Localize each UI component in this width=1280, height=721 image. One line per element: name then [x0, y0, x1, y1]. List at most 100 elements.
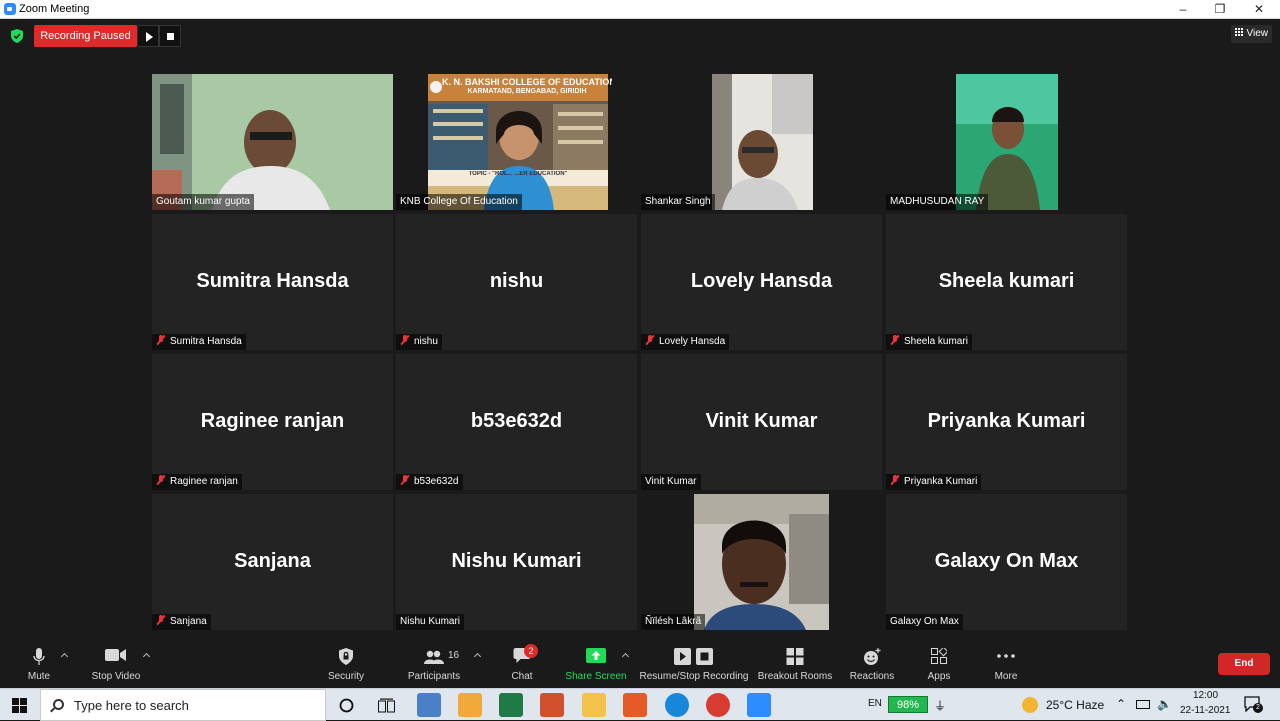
more-button[interactable]: More	[988, 630, 1024, 688]
stop-recording-button[interactable]	[159, 25, 181, 47]
participant-tile[interactable]: Sumitra Hansda Sumitra Hansda	[152, 214, 393, 350]
participant-tile[interactable]: Ñïlésh Lâkrã	[641, 494, 882, 630]
participant-display-name: Priyanka Kumari	[927, 410, 1086, 432]
participant-tile[interactable]: b53e632d b53e632d	[396, 354, 637, 490]
share-options-caret-icon[interactable]	[622, 652, 630, 660]
reactions-button[interactable]: Reactions	[848, 630, 896, 688]
apps-label: Apps	[927, 671, 951, 682]
participant-tile[interactable]: Nishu Kumari Nishu Kumari	[396, 494, 637, 630]
participant-tile[interactable]: MADHUSUDAN RAY	[886, 74, 1127, 210]
participant-tile-active-speaker[interactable]: K. N. BAKSHI COLLEGE OF EDUCATION KARMAT…	[396, 74, 637, 210]
participant-name-label: Priyanka Kumari	[886, 474, 982, 490]
participant-name: Goutam kumar gupta	[152, 194, 254, 210]
end-meeting-button[interactable]: End	[1218, 653, 1270, 675]
participants-button[interactable]: 16 Participants	[404, 630, 464, 688]
participants-label: Participants	[407, 671, 461, 682]
minimize-button[interactable]: –	[1164, 0, 1202, 19]
taskbar-search-input[interactable]: Type here to search	[40, 689, 326, 721]
apps-icon	[931, 648, 947, 664]
participant-name: Shankar Singh	[641, 194, 715, 210]
participant-tile[interactable]: Galaxy On Max Galaxy On Max	[886, 494, 1127, 630]
close-button[interactable]: ✕	[1240, 0, 1278, 19]
windows-taskbar: Type here to search 25°C Haze ⌃ 🔈 EN 98%…	[0, 688, 1280, 721]
start-button[interactable]	[0, 689, 40, 721]
security-button[interactable]: Security	[323, 630, 369, 688]
excel-app-icon[interactable]	[499, 693, 523, 717]
resume-recording-button[interactable]	[137, 25, 159, 47]
participant-tile[interactable]: Priyanka Kumari Priyanka Kumari	[886, 354, 1127, 490]
audio-options-caret-icon[interactable]	[61, 652, 69, 660]
participant-name: nishu	[414, 336, 438, 347]
speaker-volume-icon[interactable]: 🔈	[1157, 697, 1172, 711]
search-icon	[53, 699, 64, 710]
share-screen-button[interactable]: Share Screen	[563, 630, 629, 688]
action-center-button[interactable]: 2	[1244, 696, 1263, 713]
maximize-button[interactable]: ❐	[1201, 0, 1239, 19]
stop-video-button[interactable]: Stop Video	[88, 630, 144, 688]
more-dots-icon	[997, 654, 1015, 658]
recording-status-badge: Recording Paused	[34, 25, 137, 47]
clock-date[interactable]: 22-11-2021	[1180, 705, 1230, 716]
battery-percent-badge[interactable]: 98%	[888, 696, 928, 713]
weather-text[interactable]: 25°C Haze	[1046, 698, 1104, 712]
show-hidden-icons-caret-icon[interactable]: ⌃	[1116, 697, 1126, 711]
participants-count: 16	[448, 650, 460, 661]
weather-haze-icon	[1022, 697, 1038, 713]
participant-name-label: Sheela kumari	[886, 334, 972, 350]
participant-tile[interactable]: Goutam kumar gupta	[152, 74, 393, 210]
meeting-area: Recording Paused View Goutam kumar gupta	[0, 19, 1280, 630]
participant-video	[712, 74, 813, 210]
mic-muted-icon	[156, 475, 166, 485]
participant-name: Nishu Kumari	[396, 614, 465, 630]
clock-time[interactable]: 12:00	[1193, 690, 1218, 701]
powerpoint-app-icon[interactable]	[540, 693, 564, 717]
zoom-taskbar-icon[interactable]	[747, 693, 771, 717]
participant-name: b53e632d	[414, 476, 459, 487]
participant-tile[interactable]: Shankar Singh	[641, 74, 882, 210]
participant-tile[interactable]: Lovely Hansda Lovely Hansda	[641, 214, 882, 350]
participant-name: KNB College Of Education	[396, 194, 522, 210]
participant-name: Galaxy On Max	[886, 614, 963, 630]
breakout-rooms-button[interactable]: Breakout Rooms	[756, 630, 834, 688]
participant-tile[interactable]: nishu nishu	[396, 214, 637, 350]
participant-display-name: nishu	[489, 270, 544, 292]
slide-subheader-text: KARMATAND, BENGABAD, GIRIDIH	[467, 88, 587, 95]
participant-name: Vinit Kumar	[641, 474, 701, 490]
chat-button[interactable]: 2 Chat	[506, 630, 538, 688]
encryption-shield-icon[interactable]	[11, 29, 23, 43]
participant-name: Ñïlésh Lâkrã	[641, 614, 706, 630]
mute-button[interactable]: Mute	[18, 630, 60, 688]
file-explorer-icon[interactable]	[582, 693, 606, 717]
participant-tile[interactable]: Sheela kumari Sheela kumari	[886, 214, 1127, 350]
participant-name-label: nishu	[396, 334, 442, 350]
chrome-browser-icon[interactable]	[706, 693, 730, 717]
participant-display-name: Sumitra Hansda	[196, 270, 349, 292]
store-app-icon[interactable]	[458, 693, 482, 717]
participant-tile[interactable]: Sanjana Sanjana	[152, 494, 393, 630]
participant-display-name: b53e632d	[470, 410, 563, 432]
participants-icon	[424, 650, 444, 664]
taskbar-app-icon[interactable]	[417, 693, 441, 717]
participant-name: Sumitra Hansda	[170, 336, 242, 347]
slide-header-text: K. N. BAKSHI COLLEGE OF EDUCATION	[442, 77, 612, 87]
participant-tile[interactable]: Vinit Kumar Vinit Kumar	[641, 354, 882, 490]
window-titlebar: Zoom Meeting – ❐ ✕	[0, 0, 1280, 19]
participant-name-label: Sumitra Hansda	[152, 334, 246, 350]
task-view-icon[interactable]	[378, 698, 395, 713]
view-button[interactable]: View	[1230, 25, 1272, 43]
apps-button[interactable]: Apps	[920, 630, 958, 688]
office-app-icon[interactable]	[623, 693, 647, 717]
resume-stop-recording-button[interactable]: Resume/Stop Recording	[637, 630, 751, 688]
zoom-app-icon	[4, 3, 16, 15]
mic-muted-icon	[890, 335, 900, 345]
participant-tile[interactable]: Raginee ranjan Raginee ranjan	[152, 354, 393, 490]
video-options-caret-icon[interactable]	[143, 652, 151, 660]
participants-options-caret-icon[interactable]	[474, 652, 482, 660]
edge-browser-icon[interactable]	[665, 693, 689, 717]
participant-display-name: Sanjana	[234, 550, 311, 572]
chat-unread-badge: 2	[524, 644, 538, 658]
input-language[interactable]: EN	[868, 698, 882, 709]
battery-tray-icon[interactable]	[1136, 700, 1150, 709]
cortana-icon[interactable]	[339, 698, 354, 713]
chat-label: Chat	[511, 671, 533, 682]
